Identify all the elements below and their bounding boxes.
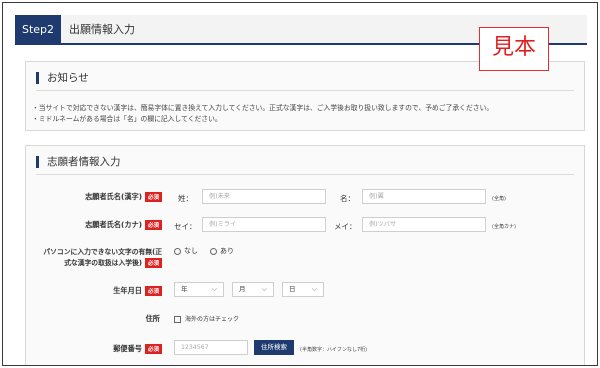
name-kana-hint: (全角カナ) (492, 224, 516, 230)
mei-kana-label: メイ： (334, 222, 357, 231)
radio-none[interactable]: なし (174, 246, 198, 256)
notice-heading: お知らせ (36, 72, 89, 84)
applicant-info-heading: 志願者情報入力 (36, 156, 121, 168)
checkbox-icon (174, 316, 181, 323)
radio-none-label: なし (184, 247, 198, 255)
month-select-value: 月 (239, 285, 246, 293)
sei-kana-label: セイ： (174, 222, 197, 231)
name-kanji-label: 志願者氏名(漢字) 必須 (66, 192, 162, 202)
chevron-down-icon: ⌵ (261, 285, 267, 293)
name-kana-label: 志願者氏名(カナ) 必須 (66, 220, 162, 230)
address-label: 住所 (145, 314, 160, 323)
unsupported-chars-label-text: 式な漢字の取扱は入学後) (64, 259, 142, 267)
required-badge: 必須 (144, 220, 162, 230)
mei-kanji-input[interactable]: 例)翼 (362, 189, 486, 204)
overseas-checkbox-label: 海外の方はチェック (185, 316, 240, 323)
year-select[interactable]: 年 ⌵ (174, 282, 224, 297)
day-select[interactable]: 日 ⌵ (282, 282, 324, 297)
name-kanji-hint: (全角) (492, 196, 506, 202)
chevron-down-icon: ⌵ (211, 285, 217, 293)
postal-hint: (半角数字：ハイフンなし7桁) (300, 347, 368, 353)
notice-section: お知らせ ・当サイトで対応できない漢字は、簡易字体に置き換えて入力してください。… (25, 61, 585, 131)
required-badge: 必須 (144, 344, 162, 354)
radio-circle-icon (210, 247, 217, 255)
notice-line: ・ミドルネームがある場合は「名」の欄に記入してください。 (32, 115, 222, 123)
unsupported-chars-label-line1: パソコンに入力できない文字の有無(正 (43, 248, 162, 256)
radio-some[interactable]: あり (210, 246, 234, 256)
divider (36, 174, 574, 175)
overseas-checkbox[interactable]: 海外の方はチェック (174, 314, 239, 323)
unsupported-chars-label-line2: 式な漢字の取扱は入学後) 必須 (26, 257, 162, 268)
required-badge: 必須 (144, 258, 162, 268)
sei-kana-input[interactable]: 例)ミライ (202, 217, 326, 232)
birthdate-label-text: 生年月日 (113, 286, 142, 295)
step-badge: Step2 (15, 15, 61, 45)
required-badge: 必須 (144, 192, 162, 202)
chevron-down-icon: ⌵ (311, 285, 317, 293)
sample-stamp: 見本 (479, 27, 549, 71)
year-select-value: 年 (181, 285, 188, 293)
application-form-frame: Step2 出願情報入力 見本 お知らせ ・当サイトで対応できない漢字は、簡易字… (2, 2, 598, 366)
step-title: 出願情報入力 (69, 23, 135, 36)
radio-circle-icon (174, 247, 181, 255)
month-select[interactable]: 月 ⌵ (232, 282, 274, 297)
applicant-info-section: 志願者情報入力 志願者氏名(漢字) 必須 姓： 例)未来 名： 例)翼 (全角) … (25, 145, 585, 365)
required-badge: 必須 (144, 286, 162, 296)
mei-kana-input[interactable]: 例)ツバサ (362, 217, 486, 232)
day-select-value: 日 (289, 285, 296, 293)
sei-kanji-label: 姓： (178, 194, 193, 203)
postal-label-text: 郵便番号 (113, 344, 142, 353)
address-search-button[interactable]: 住所検索 (254, 340, 294, 355)
postal-code-input[interactable]: 1234567 (174, 340, 248, 355)
notice-line: ・当サイトで対応できない漢字は、簡易字体に置き換えて入力してください。正式な漢字… (32, 104, 494, 112)
name-kanji-label-text: 志願者氏名(漢字) (85, 192, 142, 201)
name-kana-label-text: 志願者氏名(カナ) (85, 220, 142, 229)
mei-kanji-label: 名： (340, 194, 355, 203)
postal-label: 郵便番号 必須 (66, 344, 162, 354)
divider (36, 90, 574, 91)
birthdate-label: 生年月日 必須 (66, 286, 162, 296)
sei-kanji-input[interactable]: 例)未来 (202, 189, 326, 204)
radio-some-label: あり (220, 247, 234, 255)
